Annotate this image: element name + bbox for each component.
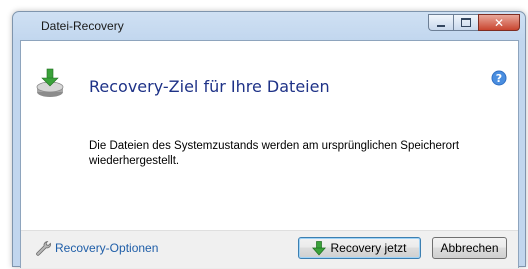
- close-icon: ✕: [493, 15, 505, 30]
- title-bar[interactable]: Datei-Recovery ✕: [13, 12, 525, 42]
- cancel-label: Abbrechen: [440, 241, 499, 255]
- window-title: Datei-Recovery: [41, 19, 124, 33]
- info-message: Die Dateien des Systemzustands werden am…: [89, 140, 460, 167]
- help-icon[interactable]: ?: [491, 70, 507, 86]
- dialog-window: Datei-Recovery ✕ Recovery-Ziel für Ihre …: [12, 11, 526, 268]
- close-button[interactable]: ✕: [478, 14, 520, 31]
- cancel-button[interactable]: Abbrechen: [432, 237, 507, 259]
- recovery-now-label: Recovery jetzt: [330, 241, 407, 255]
- recovery-options-link[interactable]: Recovery-Optionen: [35, 238, 158, 258]
- green-arrow-down-icon: [312, 240, 327, 256]
- caption-buttons: ✕: [428, 14, 520, 31]
- wrench-icon: [36, 241, 51, 256]
- dialog-footer: Recovery-Optionen Recovery jetzt Abbrech…: [21, 230, 518, 268]
- maximize-button[interactable]: [453, 14, 478, 31]
- svg-text:?: ?: [496, 72, 502, 85]
- recovery-now-button[interactable]: Recovery jetzt: [298, 237, 421, 259]
- dialog-content: Recovery-Ziel für Ihre Dateien ? Die Dat…: [20, 40, 519, 268]
- maximize-icon: [461, 18, 471, 27]
- minimize-icon: [437, 24, 445, 27]
- minimize-button[interactable]: [428, 14, 453, 31]
- page-title: Recovery-Ziel für Ihre Dateien: [89, 77, 330, 96]
- drive-download-icon: [36, 68, 64, 97]
- recovery-options-label: Recovery-Optionen: [55, 241, 159, 255]
